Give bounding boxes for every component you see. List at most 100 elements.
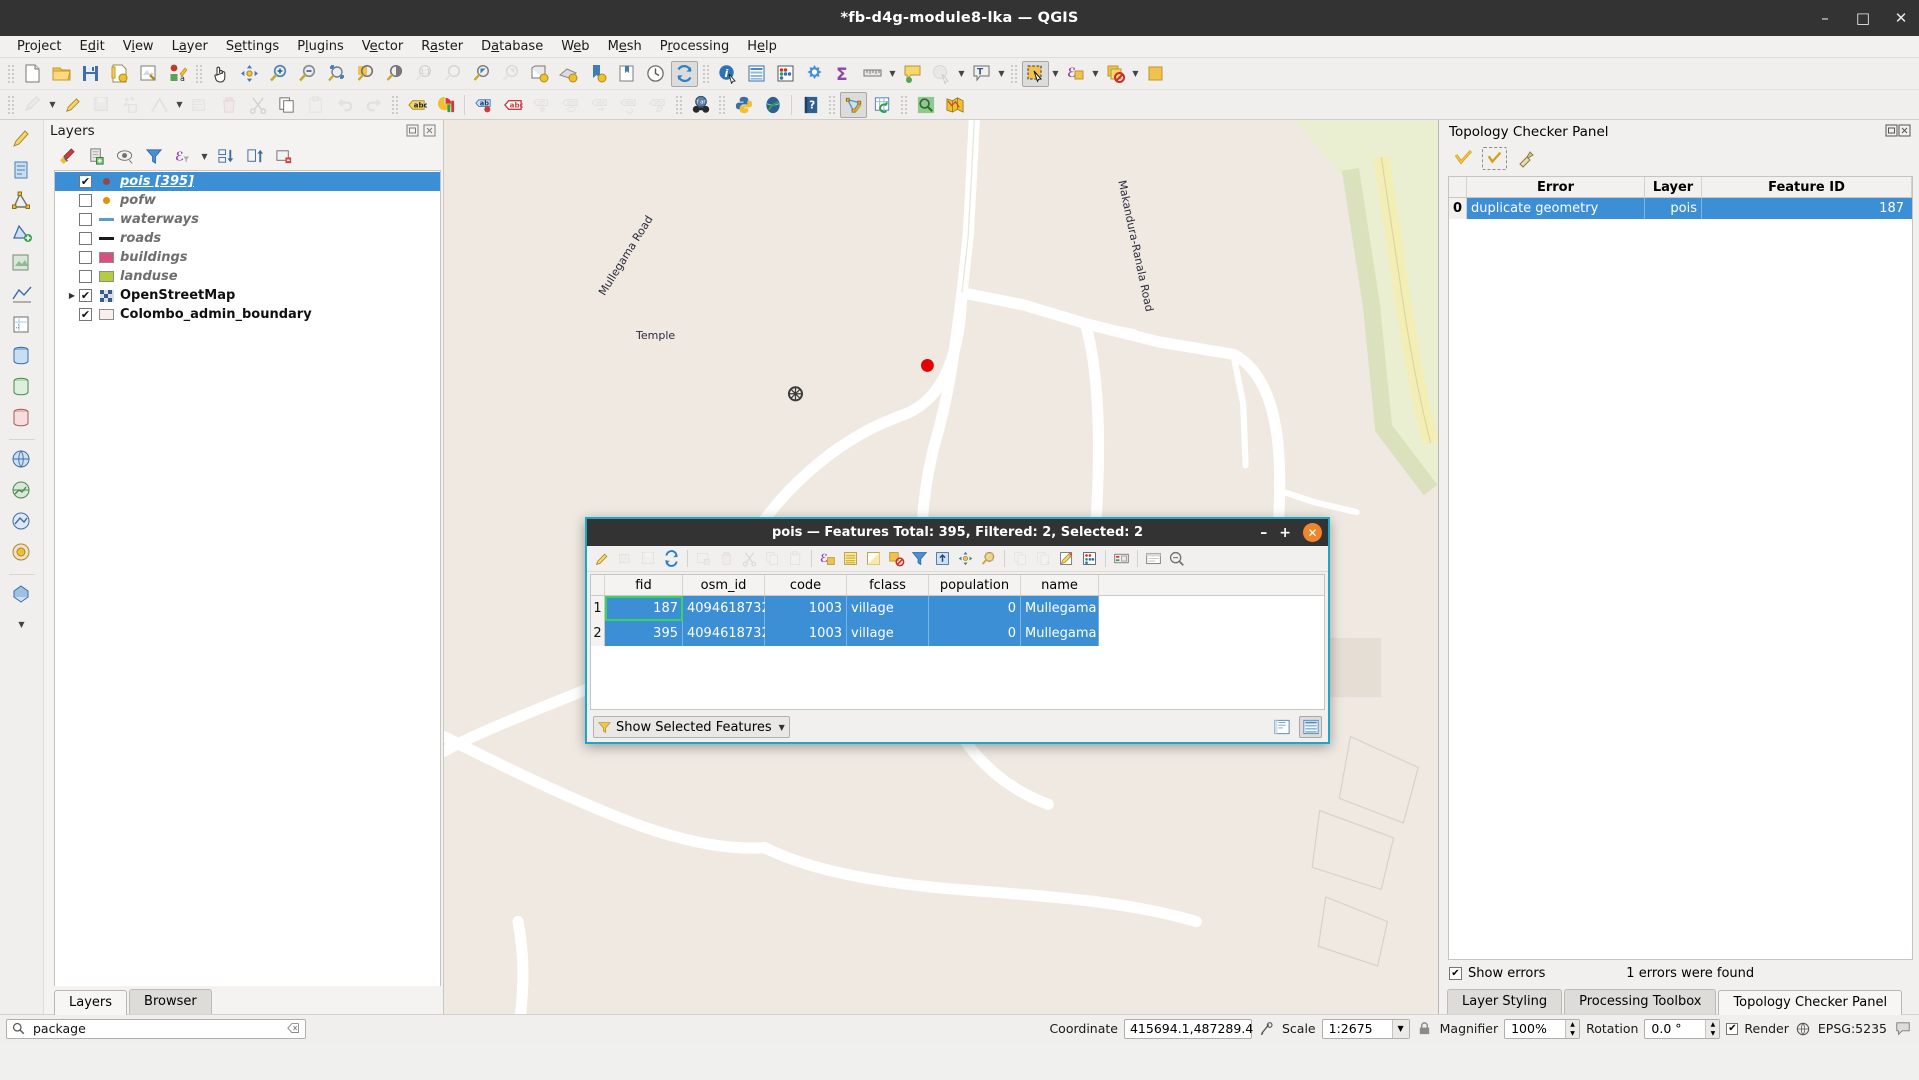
pan-map-icon[interactable]: [207, 61, 234, 87]
magnifier-spinbox[interactable]: 100% ▲ ▼: [1504, 1018, 1581, 1039]
attribute-cell-fclass[interactable]: village: [847, 596, 929, 621]
save-layer-edits-icon[interactable]: [88, 92, 115, 118]
attribute-cell-population[interactable]: 0: [929, 621, 1021, 646]
menu-help[interactable]: Help: [738, 37, 786, 56]
plugin-manager-icon[interactable]: [759, 92, 786, 118]
remove-layer-group-icon[interactable]: [271, 144, 297, 168]
map-tips-dropdown-icon[interactable]: ▼: [956, 61, 967, 87]
select-dropdown-icon[interactable]: ▼: [1050, 61, 1061, 87]
scale-dropdown-icon[interactable]: ▼: [1391, 1019, 1409, 1038]
measure-dropdown-icon[interactable]: ▼: [887, 61, 898, 87]
new-project-icon[interactable]: [19, 61, 46, 87]
select-features-icon[interactable]: [1022, 60, 1049, 87]
coordinate-field[interactable]: 415694.1,487289.4: [1123, 1018, 1253, 1039]
menu-raster[interactable]: Raster: [412, 37, 472, 56]
toolbar-grip-2[interactable]: [195, 63, 203, 84]
panel-tab-processing-toolbox[interactable]: Processing Toolbox: [1564, 989, 1717, 1014]
add-raster-layer-icon[interactable]: [5, 248, 39, 278]
rotate-label-icon[interactable]: abc: [615, 92, 642, 118]
statistical-summary-icon[interactable]: Σ: [830, 61, 857, 87]
show-hide-label-icon[interactable]: abc: [557, 92, 584, 118]
toggle-extents-icon[interactable]: [1258, 1021, 1276, 1037]
manage-map-themes-icon[interactable]: [112, 144, 138, 168]
open-actions-icon[interactable]: [1165, 548, 1188, 570]
deselect-features-icon[interactable]: [1102, 61, 1129, 87]
layer-item-colombo-admin-boundary[interactable]: ✔ Colombo_admin_boundary: [55, 305, 440, 324]
topology-col-feature-id[interactable]: Feature ID: [1702, 177, 1912, 197]
layer-visibility-checkbox[interactable]: ✔: [79, 289, 92, 302]
layer-expander-icon[interactable]: ▶: [65, 291, 79, 300]
save-project-as-icon[interactable]: [106, 61, 133, 87]
search-input[interactable]: [31, 1020, 281, 1037]
zoom-to-selection-icon[interactable]: [352, 61, 379, 87]
add-postgis-layer-icon[interactable]: [5, 341, 39, 371]
zoom-map-to-feature-icon[interactable]: [977, 548, 1000, 570]
layer-item-waterways[interactable]: waterways: [55, 210, 440, 229]
scale-combo[interactable]: 1:2675 ▼: [1321, 1018, 1410, 1039]
toolbar-grip-8[interactable]: [718, 94, 726, 115]
filter-dropdown-caret-icon[interactable]: ▼: [779, 723, 785, 732]
show-selected-features-dropdown[interactable]: Show Selected Features ▼: [593, 716, 790, 738]
expand-all-icon[interactable]: [213, 144, 239, 168]
attribute-cell-fid[interactable]: 187: [605, 596, 683, 621]
attribute-cell-name[interactable]: Mullegama: [1021, 621, 1099, 646]
layer-visibility-checkbox[interactable]: ✔: [79, 308, 92, 321]
conditional-formatting-icon[interactable]: [1078, 548, 1101, 570]
toolbar-grip[interactable]: [7, 63, 15, 84]
add-arcgis-layer-icon[interactable]: [5, 538, 39, 568]
layer-item-pofw[interactable]: pofw: [55, 191, 440, 210]
layer-item-openstreetmap[interactable]: ▶ ✔ OpenStreetMap: [55, 286, 440, 305]
menu-settings[interactable]: Settings: [217, 37, 288, 56]
paste-features-icon[interactable]: [302, 92, 329, 118]
menu-project[interactable]: Project: [8, 37, 71, 56]
redo-icon[interactable]: [360, 92, 387, 118]
organize-columns-icon[interactable]: [1110, 548, 1133, 570]
attribute-cell-osm_id[interactable]: 4094618732: [683, 621, 770, 646]
cut-features-icon[interactable]: [244, 92, 271, 118]
pan-to-selection-icon[interactable]: [236, 61, 263, 87]
save-project-icon[interactable]: [77, 61, 104, 87]
menu-plugins[interactable]: Plugins: [288, 37, 353, 56]
layer-visibility-checkbox[interactable]: [79, 270, 92, 283]
topology-col-error[interactable]: Error: [1467, 177, 1645, 197]
topology-checker-icon[interactable]: [840, 91, 867, 118]
new-shapefile-layer-icon[interactable]: [5, 124, 39, 154]
attribute-table-grid[interactable]: fid osm_id code fclass population name 1 187 40…: [590, 574, 1325, 710]
save-edits-icon[interactable]: [637, 548, 660, 570]
attribute-cell-fclass[interactable]: village: [847, 621, 929, 646]
current-edits-dropdown-icon[interactable]: ▼: [47, 92, 58, 118]
toggle-multi-edit-icon[interactable]: [614, 548, 637, 570]
select-expr-dropdown-icon[interactable]: ▼: [1090, 61, 1101, 87]
magnifier-stepper[interactable]: ▲ ▼: [1565, 1019, 1580, 1038]
toolbar-grip-3[interactable]: [702, 63, 710, 84]
zoom-previous-icon[interactable]: [468, 61, 495, 87]
rotation-stepper[interactable]: ▲ ▼: [1705, 1019, 1720, 1038]
layer-visibility-checkbox[interactable]: ✔: [79, 175, 92, 188]
add-spatialite-layer-icon[interactable]: [5, 372, 39, 402]
diagram-layer-icon[interactable]: [432, 92, 459, 118]
toolbar-grip-6[interactable]: [391, 94, 399, 115]
add-ms-sql-layer-icon[interactable]: [5, 403, 39, 433]
collapse-all-icon[interactable]: [242, 144, 268, 168]
add-group-icon[interactable]: [83, 144, 109, 168]
label-layer-icon[interactable]: abc: [403, 92, 430, 118]
close-button[interactable]: ✕: [1893, 10, 1909, 26]
add-wcs-layer-icon[interactable]: [5, 476, 39, 506]
menu-database[interactable]: Database: [472, 37, 552, 56]
attribute-cell-osm_id[interactable]: 4094618732: [683, 596, 770, 621]
select-by-expression-table-icon[interactable]: ℰ: [816, 548, 839, 570]
toggle-form-view-icon[interactable]: [1270, 716, 1293, 738]
layer-visibility-checkbox[interactable]: [79, 213, 92, 226]
toggle-editing-icon[interactable]: [59, 92, 86, 118]
close-panel-icon[interactable]: [423, 124, 437, 138]
attribute-col-code[interactable]: code: [765, 575, 847, 595]
delete-selected-icon[interactable]: [215, 92, 242, 118]
delete-feature-icon[interactable]: [715, 548, 738, 570]
menu-edit[interactable]: Edit: [71, 37, 114, 56]
zoom-to-layer-icon[interactable]: [381, 61, 408, 87]
undo-icon[interactable]: [331, 92, 358, 118]
attribute-table-maximize-button[interactable]: +: [1279, 525, 1291, 541]
add-feature-icon[interactable]: [117, 92, 144, 118]
toolbar-grip-9[interactable]: [828, 94, 836, 115]
attribute-col-fid[interactable]: fid: [605, 575, 683, 595]
